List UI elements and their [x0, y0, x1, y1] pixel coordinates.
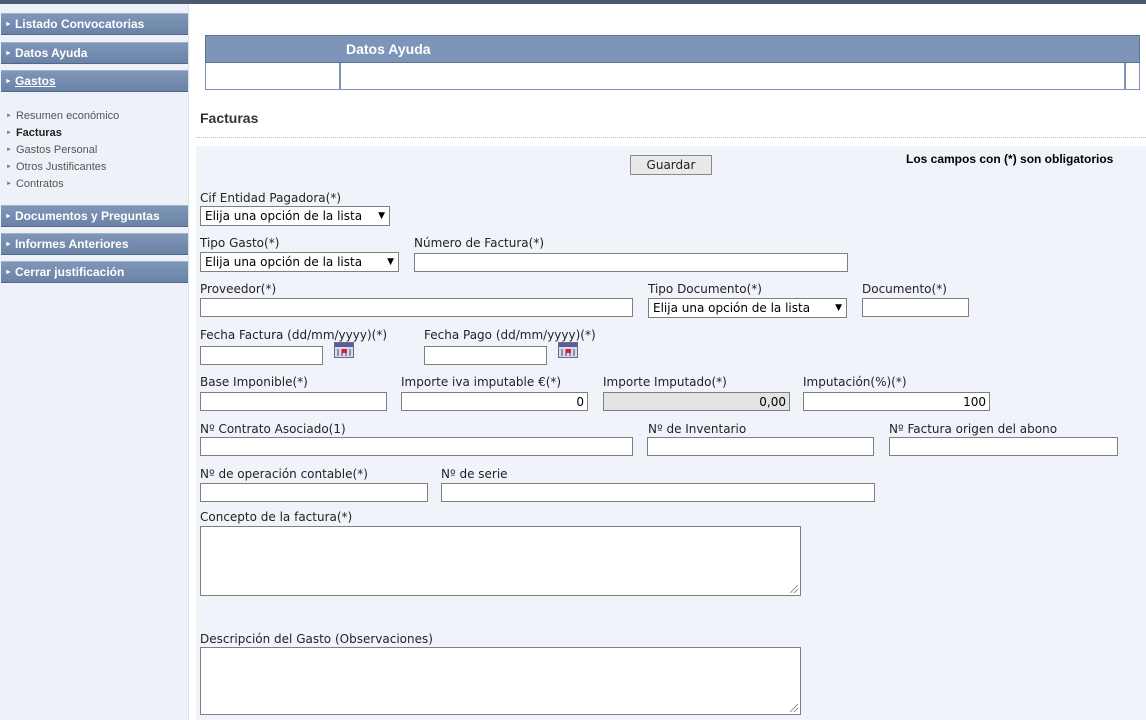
- triangle-right-icon: ►: [5, 213, 12, 220]
- required-fields-note: Los campos con (*) son obligatorios: [906, 152, 1114, 166]
- triangle-right-icon: ►: [6, 147, 12, 153]
- concepto-label: Concepto de la factura(*): [200, 510, 353, 524]
- triangle-right-icon: ►: [5, 21, 12, 28]
- importe-imputado-label: Importe Imputado(*): [603, 375, 727, 389]
- importe-imputado-input: [603, 392, 790, 411]
- page-title: Facturas: [200, 110, 259, 126]
- numero-factura-label: Número de Factura(*): [414, 236, 545, 250]
- cif-select-value: Elija una opción de la lista: [205, 209, 363, 223]
- fecha-pago-input[interactable]: [424, 346, 547, 365]
- gastos-submenu: ► Resumen económico ► Facturas ► Gastos Per…: [6, 108, 119, 193]
- descripcion-label: Descripción del Gasto (Observaciones): [200, 632, 433, 646]
- sidebar-item-informes-anteriores[interactable]: ► Informes Anteriores: [1, 233, 188, 255]
- calendar-icon[interactable]: [334, 342, 354, 358]
- cif-select[interactable]: Elija una opción de la lista ▼: [200, 206, 390, 226]
- calendar-icon[interactable]: [558, 342, 578, 358]
- triangle-right-icon: ►: [6, 130, 12, 136]
- sidebar-item-label: Cerrar justificación: [14, 265, 125, 279]
- descripcion-textarea[interactable]: [200, 647, 801, 715]
- sidebar-item-label: Documentos y Preguntas: [14, 209, 160, 223]
- submenu-item-facturas[interactable]: ► Facturas: [6, 125, 119, 142]
- sidebar-item-gastos[interactable]: ► Gastos: [1, 70, 188, 92]
- inventario-label: Nº de Inventario: [648, 422, 747, 436]
- contrato-label: Nº Contrato Asociado(1): [200, 422, 346, 436]
- submenu-item-label: Facturas: [15, 127, 62, 139]
- triangle-right-icon: ►: [6, 181, 12, 187]
- resize-grip-icon[interactable]: [790, 704, 798, 712]
- tipo-gasto-select-value: Elija una opción de la lista: [205, 255, 363, 269]
- base-imponible-input[interactable]: [200, 392, 387, 411]
- triangle-right-icon: ►: [5, 269, 12, 276]
- chevron-down-icon: ▼: [378, 211, 385, 221]
- contrato-input[interactable]: [200, 437, 633, 456]
- triangle-right-icon: ►: [5, 78, 12, 85]
- submenu-item-gastos-personal[interactable]: ► Gastos Personal: [6, 142, 119, 159]
- importe-iva-input[interactable]: [401, 392, 588, 411]
- imputacion-input[interactable]: [803, 392, 990, 411]
- sidebar-item-label: Gastos: [14, 74, 56, 88]
- tipo-gasto-label: Tipo Gasto(*): [200, 236, 280, 250]
- operacion-contable-label: Nº de operación contable(*): [200, 467, 368, 481]
- datos-ayuda-cell: [206, 63, 341, 89]
- submenu-item-contratos[interactable]: ► Contratos: [6, 176, 119, 193]
- cif-label: Cif Entidad Pagadora(*): [200, 191, 342, 205]
- documento-label: Documento(*): [862, 282, 947, 296]
- submenu-item-label: Resumen económico: [15, 110, 120, 122]
- sidebar: ► Listado Convocatorias ► Datos Ayuda ► Gas…: [0, 4, 189, 720]
- datos-ayuda-header: Datos Ayuda: [205, 35, 1140, 63]
- submenu-item-resumen-economico[interactable]: ► Resumen económico: [6, 108, 119, 125]
- sidebar-item-cerrar-justificacion[interactable]: ► Cerrar justificación: [1, 261, 188, 283]
- fecha-pago-label: Fecha Pago (dd/mm/yyyy)(*): [424, 328, 596, 342]
- fecha-factura-label: Fecha Factura (dd/mm/yyyy)(*): [200, 328, 387, 342]
- importe-iva-label: Importe iva imputable €(*): [401, 375, 562, 389]
- triangle-right-icon: ►: [6, 164, 12, 170]
- triangle-right-icon: ►: [5, 50, 12, 57]
- sidebar-item-listado-convocatorias[interactable]: ► Listado Convocatorias: [1, 13, 188, 35]
- submenu-item-label: Gastos Personal: [15, 144, 98, 156]
- numero-serie-input[interactable]: [441, 483, 875, 502]
- operacion-contable-input[interactable]: [200, 483, 428, 502]
- sidebar-item-label: Datos Ayuda: [14, 46, 88, 60]
- triangle-right-icon: ►: [5, 241, 12, 248]
- datos-ayuda-title: Datos Ayuda: [346, 41, 431, 57]
- proveedor-input[interactable]: [200, 298, 633, 317]
- save-button[interactable]: Guardar: [630, 155, 712, 175]
- sidebar-item-label: Listado Convocatorias: [14, 17, 145, 31]
- submenu-item-label: Contratos: [15, 178, 64, 190]
- factura-origen-input[interactable]: [889, 437, 1118, 456]
- base-imponible-label: Base Imponible(*): [200, 375, 308, 389]
- concepto-textarea[interactable]: [200, 526, 801, 596]
- sidebar-item-datos-ayuda[interactable]: ► Datos Ayuda: [1, 42, 188, 64]
- chevron-down-icon: ▼: [835, 303, 842, 313]
- documento-input[interactable]: [862, 298, 969, 317]
- numero-factura-input[interactable]: [414, 253, 848, 272]
- datos-ayuda-row: [205, 63, 1140, 90]
- tipo-documento-select[interactable]: Elija una opción de la lista ▼: [648, 298, 847, 318]
- factura-origen-label: Nº Factura origen del abono: [889, 422, 1058, 436]
- proveedor-label: Proveedor(*): [200, 282, 277, 296]
- submenu-item-label: Otros Justificantes: [15, 161, 107, 173]
- fecha-factura-input[interactable]: [200, 346, 323, 365]
- triangle-right-icon: ►: [6, 113, 12, 119]
- datos-ayuda-cell: [1124, 63, 1139, 89]
- inventario-input[interactable]: [647, 437, 874, 456]
- resize-grip-icon[interactable]: [790, 585, 798, 593]
- chevron-down-icon: ▼: [387, 257, 394, 267]
- tipo-documento-select-value: Elija una opción de la lista: [653, 301, 811, 315]
- imputacion-label: Imputación(%)(*): [803, 375, 907, 389]
- sidebar-item-documentos-preguntas[interactable]: ► Documentos y Preguntas: [1, 205, 188, 227]
- divider: [196, 137, 1146, 138]
- sidebar-item-label: Informes Anteriores: [14, 237, 129, 251]
- numero-serie-label: Nº de serie: [441, 467, 508, 481]
- submenu-item-otros-justificantes[interactable]: ► Otros Justificantes: [6, 159, 119, 176]
- tipo-documento-label: Tipo Documento(*): [648, 282, 762, 296]
- tipo-gasto-select[interactable]: Elija una opción de la lista ▼: [200, 252, 399, 272]
